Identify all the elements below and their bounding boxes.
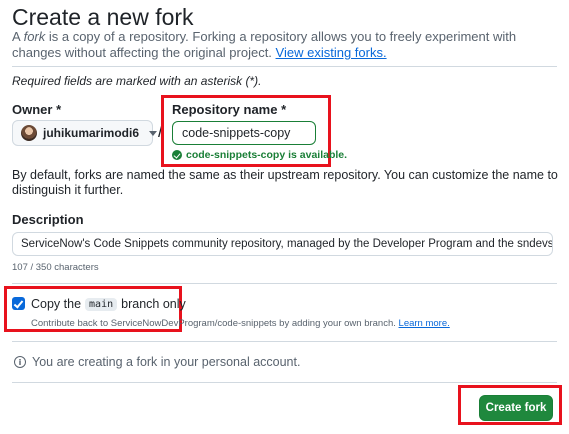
required-note: Required fields are marked with an aster… — [12, 74, 262, 88]
intro-prefix: A — [12, 29, 24, 44]
check-circle-icon — [172, 150, 182, 160]
view-existing-forks-link[interactable]: View existing forks. — [276, 45, 387, 60]
repo-name-label: Repository name * — [172, 102, 287, 117]
info-text: You are creating a fork in your personal… — [32, 355, 301, 369]
intro-em: fork — [23, 29, 46, 44]
character-count: 107 / 350 characters — [12, 262, 99, 273]
copy-branch-label[interactable]: Copy the main branch only — [31, 297, 186, 311]
divider — [12, 283, 557, 284]
owner-label: Owner * — [12, 102, 62, 117]
divider — [12, 341, 557, 342]
caret-down-icon — [149, 130, 158, 136]
owner-dropdown[interactable]: juhikumarimodi6 — [12, 120, 158, 146]
intro-rest: is a copy of a repository. Forking a rep… — [12, 29, 517, 60]
page-title: Create a new fork — [12, 4, 194, 30]
divider — [12, 66, 557, 67]
learn-more-link[interactable]: Learn more. — [399, 318, 450, 329]
copy-label-prefix: Copy the — [31, 297, 82, 311]
owner-name: juhikumarimodi6 — [43, 126, 140, 140]
default-name-note: By default, forks are named the same as … — [12, 168, 558, 197]
intro-text: A fork is a copy of a repository. Forkin… — [12, 29, 562, 61]
personal-account-info: i You are creating a fork in your person… — [14, 355, 300, 369]
copy-label-suffix: branch only — [121, 297, 186, 311]
copy-main-branch-checkbox[interactable] — [12, 297, 25, 310]
copy-branch-help: Contribute back to ServiceNowDevProgram/… — [31, 318, 450, 329]
branch-name-code: main — [85, 297, 118, 311]
repo-name-input[interactable]: code-snippets-copy — [172, 121, 316, 145]
description-input[interactable]: ServiceNow's Code Snippets community rep… — [12, 232, 553, 256]
create-fork-button[interactable]: Create fork — [479, 395, 553, 421]
availability-text: code-snippets-copy is available. — [186, 149, 348, 161]
info-icon: i — [14, 356, 26, 368]
avatar — [21, 125, 37, 141]
divider — [12, 382, 557, 383]
description-label: Description — [12, 212, 84, 227]
availability-message: code-snippets-copy is available. — [172, 149, 347, 161]
copy-branch-help-text: Contribute back to ServiceNowDevProgram/… — [31, 318, 396, 329]
